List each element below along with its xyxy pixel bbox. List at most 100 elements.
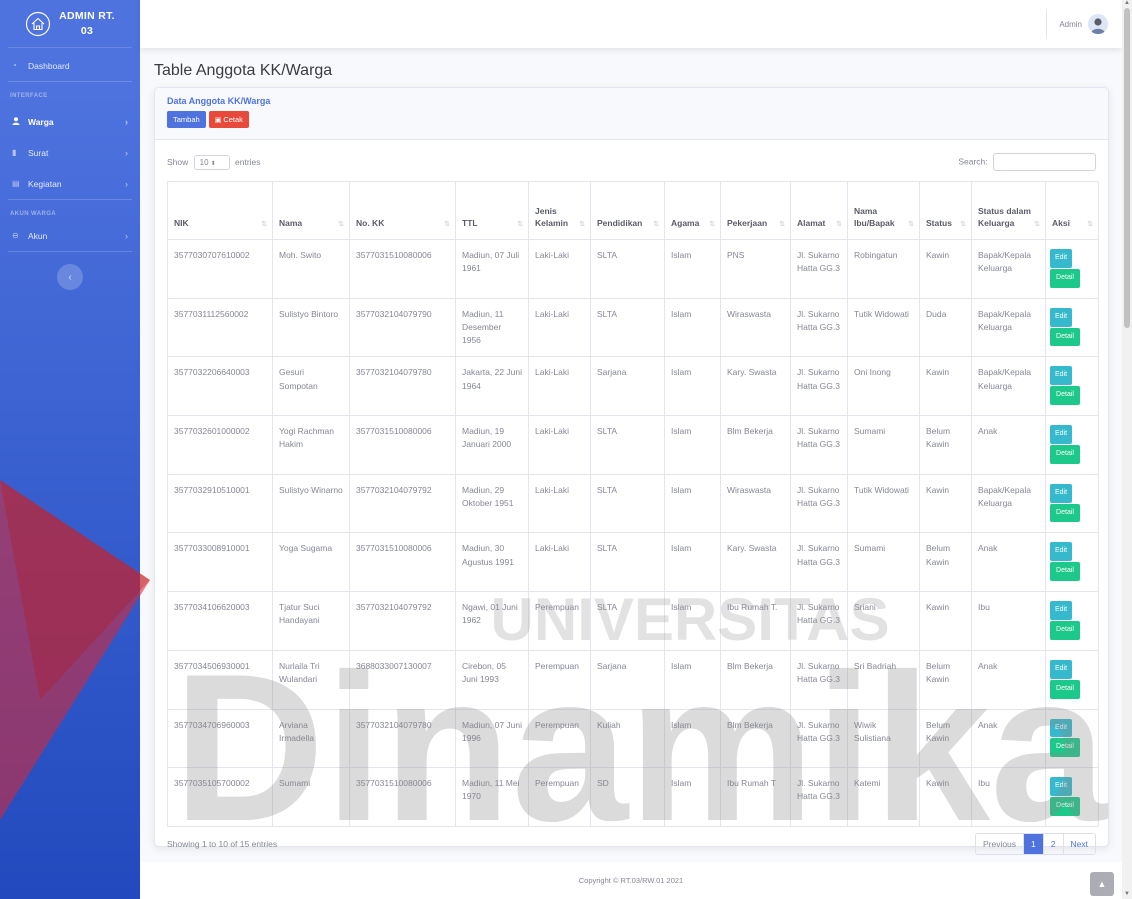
calendar-icon: ▤	[12, 179, 20, 188]
table-cell: Laki-Laki	[528, 356, 591, 417]
edit-button[interactable]: Edit	[1050, 659, 1072, 679]
table-header-row: NIK ⇅ Nama ⇅ No. KK ⇅ TTL ⇅ Jenis Kelamin ⇅ Pendid…	[167, 181, 1099, 240]
column-header[interactable]: Nama Ibu/Bapak ⇅	[847, 181, 920, 240]
print-icon: ▣	[214, 116, 222, 124]
table-cell: Jl. Sukarno Hatta GG.3	[790, 532, 848, 593]
brand-title: ADMIN RT. 03	[59, 9, 115, 37]
add-button[interactable]: Tambah	[167, 111, 206, 128]
sidebar-item-label: Warga	[28, 116, 54, 127]
edit-button[interactable]: Edit	[1050, 249, 1072, 268]
table-cell: Laki-Laki	[528, 297, 591, 358]
column-header[interactable]: No. KK ⇅	[349, 181, 456, 240]
table-cell: 3577032206640003	[167, 356, 273, 417]
brand-title-line2: 03	[80, 24, 94, 37]
scrollbar-thumb[interactable]	[1124, 8, 1130, 328]
detail-button[interactable]: Detail	[1050, 738, 1080, 758]
table-cell: 3577032104079780	[349, 708, 456, 769]
print-button[interactable]: ▣ Cetak	[208, 111, 249, 128]
table-row: 3577034106620003 Tjatur Suci Handayani 357…	[167, 591, 1099, 651]
user-dropdown[interactable]: Admin	[1046, 10, 1108, 38]
scroll-down-arrow-icon[interactable]: ▼	[1124, 891, 1130, 897]
sidebar-item-kegiatan[interactable]: ▤ Kegiatan ›	[0, 168, 140, 199]
column-header[interactable]: Agama ⇅	[664, 181, 721, 240]
table-cell: Robingatun	[847, 239, 920, 299]
sidebar-item-akun[interactable]: ⊖ Akun ›	[0, 220, 140, 251]
sidebar-item-label: Surat	[28, 147, 49, 158]
table-cell: 3577032601000002	[167, 415, 273, 475]
detail-button[interactable]: Detail	[1050, 444, 1080, 464]
column-header-label: No. KK	[356, 217, 385, 228]
table-cell: Islam	[664, 415, 721, 475]
table-cell: Jl. Sukarno Hatta GG.3	[790, 297, 848, 358]
column-header[interactable]: Jenis Kelamin ⇅	[528, 181, 591, 240]
detail-button[interactable]: Detail	[1050, 503, 1080, 523]
previous-button[interactable]: Previous	[976, 834, 1023, 854]
edit-button[interactable]: Edit	[1050, 307, 1072, 327]
column-header[interactable]: NIK ⇅	[167, 181, 273, 240]
table-cell: Madiun, 11 Mei 1970	[455, 767, 529, 827]
edit-button[interactable]: Edit	[1050, 777, 1072, 797]
detail-button[interactable]: Detail	[1050, 620, 1080, 640]
sidebar-brand[interactable]: ADMIN RT. 03	[8, 0, 132, 48]
table-cell: Jakarta, 22 Juni 1964	[455, 356, 529, 417]
sidebar-item-surat[interactable]: ▮ Surat ›	[0, 137, 140, 168]
next-button[interactable]: Next	[1062, 833, 1095, 854]
table-cell: 3577031510080006	[349, 415, 456, 475]
detail-button[interactable]: Detail	[1050, 562, 1080, 582]
table-cell: Sarjana	[590, 649, 665, 710]
edit-button[interactable]: Edit	[1050, 483, 1072, 503]
table-cell: 3577032104079780	[349, 356, 456, 417]
sidebar-item-dashboard[interactable]: ◔ Dashboard	[0, 50, 140, 81]
table-cell: Jl. Sukarno Hatta GG.3	[790, 708, 848, 769]
detail-button[interactable]: Detail	[1050, 268, 1080, 288]
table-cell: Kawin	[919, 767, 972, 827]
column-header[interactable]: Status ⇅	[919, 181, 972, 240]
edit-button[interactable]: Edit	[1050, 366, 1072, 386]
detail-button[interactable]: Detail	[1050, 679, 1080, 699]
actions-cell: Edit Detail	[1045, 591, 1099, 651]
column-header[interactable]: Alamat ⇅	[790, 181, 848, 240]
search-input[interactable]	[993, 153, 1096, 171]
table-cell: Islam	[664, 473, 721, 534]
actions-cell: Edit Detail	[1045, 297, 1099, 358]
detail-button[interactable]: Detail	[1050, 386, 1080, 406]
column-header[interactable]: Pendidikan ⇅	[590, 181, 665, 240]
sidebar-item-warga[interactable]: Warga ›	[0, 106, 140, 137]
column-header[interactable]: Nama ⇅	[272, 181, 350, 240]
table-cell: Bapak/Kepala Keluarga	[971, 239, 1046, 299]
scroll-up-arrow-icon[interactable]: ▲	[1124, 0, 1130, 6]
page-scrollbar[interactable]: ▲ ▼	[1122, 0, 1132, 899]
edit-button[interactable]: Edit	[1050, 601, 1072, 620]
sidebar-item-label: Kegiatan	[28, 178, 62, 189]
scroll-to-top-button[interactable]: ▲	[1090, 872, 1114, 896]
table-cell: Perempuan	[528, 591, 591, 651]
edit-button[interactable]: Edit	[1050, 425, 1072, 444]
sort-icon: ⇅	[444, 220, 450, 228]
entries-select[interactable]: 10 ⬍	[193, 154, 230, 170]
select-arrows-icon: ⬍	[210, 160, 216, 167]
page-1-button[interactable]: 1	[1023, 833, 1043, 854]
edit-button[interactable]: Edit	[1050, 542, 1072, 562]
table-cell: 3577031112560002	[167, 297, 273, 358]
column-header[interactable]: TTL ⇅	[455, 181, 529, 240]
table-cell: Belum Kawin	[919, 708, 972, 769]
table-cell: Laki-Laki	[528, 239, 591, 299]
page-2-button[interactable]: 2	[1042, 833, 1063, 854]
table-cell: SLTA	[590, 415, 665, 475]
detail-button[interactable]: Detail	[1050, 327, 1080, 347]
show-label: Show	[167, 156, 189, 167]
column-header[interactable]: Status dalam Keluarga ⇅	[971, 181, 1046, 240]
table-cell: Sumami	[272, 767, 350, 827]
edit-button[interactable]: Edit	[1050, 718, 1072, 738]
sidebar-divider	[8, 81, 132, 82]
table-cell: Anak	[971, 708, 1046, 769]
column-header[interactable]: Pekerjaan ⇅	[720, 181, 791, 240]
detail-button[interactable]: Detail	[1050, 797, 1080, 816]
column-header[interactable]: Aksi ⇅	[1045, 181, 1099, 240]
card-header: Data Anggota KK/Warga Tambah ▣ Cetak	[155, 88, 1108, 140]
sidebar-toggle-button[interactable]: ‹	[57, 264, 83, 290]
table-cell: Islam	[664, 239, 721, 299]
sort-icon: ⇅	[1034, 220, 1040, 228]
chevron-right-icon: ›	[125, 147, 128, 158]
chevron-right-icon: ›	[125, 116, 128, 127]
